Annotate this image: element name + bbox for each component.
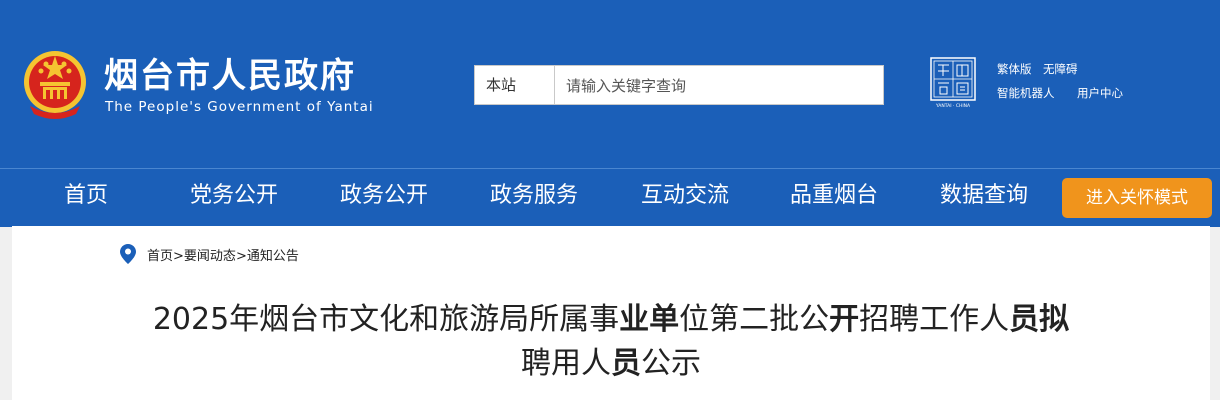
accessibility-link[interactable]: 无障碍 xyxy=(1043,61,1078,77)
china-logo-caption: YANTAI · CHINA xyxy=(935,103,971,109)
search-input[interactable] xyxy=(556,66,894,106)
nav-item-interaction[interactable]: 互动交流 xyxy=(641,169,729,225)
traditional-chinese-link[interactable]: 繁体版 xyxy=(997,61,1032,77)
page-title: 2025年烟台市文化和旅游局所属事业单位第二批公开招聘工作人员拟 聘用人员公示 xyxy=(12,298,1210,386)
search-box: 本站 xyxy=(474,65,894,106)
national-emblem-icon[interactable] xyxy=(22,46,88,120)
nav-item-yantai[interactable]: 品重烟台 xyxy=(790,169,878,225)
nav-item-party-affairs[interactable]: 党务公开 xyxy=(190,169,278,225)
breadcrumb-home[interactable]: 首页 xyxy=(147,249,173,264)
breadcrumb-separator: > xyxy=(235,249,247,264)
nav-item-data-query[interactable]: 数据查询 xyxy=(940,169,1028,225)
breadcrumb: 首页>要闻动态>通知公告 xyxy=(147,245,299,264)
breadcrumb-news[interactable]: 要闻动态 xyxy=(184,249,236,264)
breadcrumb-notices[interactable]: 通知公告 xyxy=(247,249,299,264)
care-mode-button[interactable]: 进入关怀模式 xyxy=(1062,178,1212,218)
site-title[interactable]: 烟台市人民政府 xyxy=(104,56,356,96)
breadcrumb-separator: > xyxy=(173,249,184,264)
search-scope-select[interactable]: 本站 xyxy=(475,66,555,104)
location-pin-icon xyxy=(120,244,136,264)
china-yantai-logo-icon[interactable]: YANTAI · CHINA xyxy=(930,57,976,109)
site-header: 烟台市人民政府 The People's Government of Yanta… xyxy=(0,0,1220,168)
smart-robot-link[interactable]: 智能机器人 xyxy=(997,85,1055,101)
nav-item-gov-services[interactable]: 政务服务 xyxy=(490,169,578,225)
page-title-line-2: 聘用人员公示 xyxy=(521,346,701,381)
user-center-link[interactable]: 用户中心 xyxy=(1077,85,1123,101)
main-nav: 首页 党务公开 政务公开 政务服务 互动交流 品重烟台 数据查询 xyxy=(0,168,1220,227)
nav-item-home[interactable]: 首页 xyxy=(64,169,108,225)
page-title-line-1: 2025年烟台市文化和旅游局所属事业单位第二批公开招聘工作人员拟 xyxy=(152,302,1070,337)
nav-item-gov-affairs[interactable]: 政务公开 xyxy=(340,169,428,225)
site-subtitle: The People's Government of Yantai xyxy=(105,99,374,115)
